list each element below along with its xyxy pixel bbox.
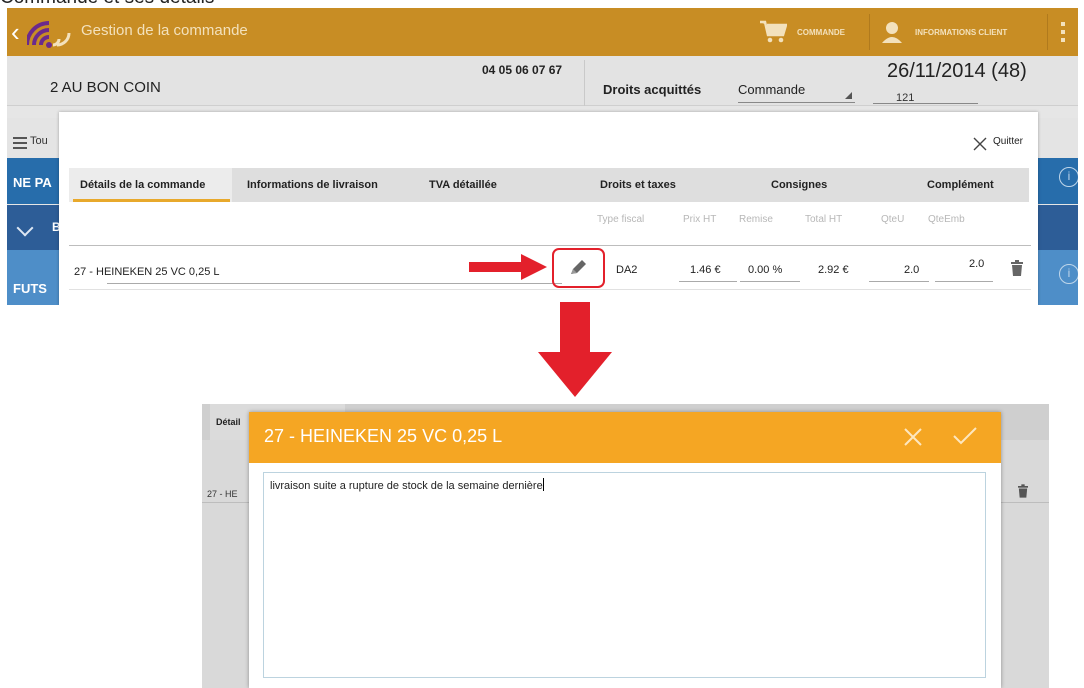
- column-header: Type fiscal: [597, 214, 645, 225]
- app-title: Gestion de la commande: [81, 22, 248, 39]
- tab-droits-taxes[interactable]: Droits et taxes: [600, 168, 676, 202]
- select-underline: [738, 102, 855, 103]
- comment-text: livraison suite a rupture de stock de la…: [270, 480, 543, 492]
- divider: [69, 245, 1031, 246]
- qteu-input[interactable]: 2.0: [904, 264, 919, 276]
- tab-tva-detaillee[interactable]: TVA détaillée: [429, 168, 497, 202]
- list-icon[interactable]: [13, 137, 27, 149]
- divider: [869, 14, 870, 50]
- comment-textarea[interactable]: livraison suite a rupture de stock de la…: [263, 472, 986, 678]
- column-header: Total HT: [805, 214, 843, 225]
- total-ht-value: 2.92 €: [818, 264, 849, 276]
- field-underline: [107, 283, 562, 284]
- screenshot-comment-dialog: Détail 27 - HE 27 - HEINEKEN 25 VC 0,25 …: [202, 404, 1049, 688]
- column-header: QteU: [881, 214, 905, 225]
- tab-consignes[interactable]: Consignes: [771, 168, 827, 202]
- client-phone: 04 05 06 07 67: [482, 63, 563, 77]
- divider: [584, 60, 585, 106]
- info-icon[interactable]: i: [1059, 264, 1078, 284]
- field-underline: [935, 281, 993, 282]
- droits-acquittes-label: Droits acquittés: [603, 82, 702, 97]
- active-tab-indicator: [73, 199, 230, 202]
- more-vert-icon[interactable]: [1058, 20, 1068, 44]
- trash-icon[interactable]: [1011, 260, 1023, 276]
- column-header: QteEmb: [928, 214, 965, 225]
- trash-icon[interactable]: [1018, 484, 1028, 498]
- check-icon[interactable]: [952, 426, 978, 446]
- red-arrow-right-icon: [469, 254, 547, 280]
- product-name: 27 - HE: [207, 489, 238, 499]
- qteemb-input[interactable]: 2.0: [969, 258, 984, 270]
- commande-label: COMMANDE: [797, 27, 845, 37]
- informations-client-label: INFORMATIONS CLIENT: [915, 27, 1008, 37]
- prix-ht-input[interactable]: 1.46 €: [690, 264, 721, 276]
- screenshot-order-details: ‹ Gestion de la commande COMMANDE INFORM…: [7, 8, 1078, 305]
- category-label: NE PA: [13, 175, 52, 190]
- comment-dialog-title: 27 - HEINEKEN 25 VC 0,25 L: [264, 426, 503, 446]
- filter-label: Tou: [30, 135, 48, 147]
- red-arrow-down-icon: [538, 302, 612, 397]
- field-underline: [679, 281, 737, 282]
- order-type-select[interactable]: Commande: [738, 82, 805, 97]
- informations-client-button[interactable]: INFORMATIONS CLIENT: [881, 8, 1041, 56]
- column-header: Prix HT: [683, 214, 717, 225]
- product-name: 27 - HEINEKEN 25 VC 0,25 L: [74, 266, 220, 278]
- column-header: Remise: [739, 214, 773, 225]
- category-label: FUTS: [13, 281, 47, 296]
- text-caret: [542, 478, 544, 491]
- dropdown-triangle-icon: [845, 92, 852, 99]
- field-underline: [869, 281, 929, 282]
- type-fiscal-value: DA2: [616, 264, 638, 276]
- remise-input[interactable]: 0.00 %: [748, 264, 782, 276]
- client-name: 2 AU BON COIN: [50, 79, 161, 96]
- close-icon[interactable]: [973, 137, 987, 151]
- commande-button[interactable]: COMMANDE: [759, 8, 869, 56]
- info-icon[interactable]: i: [1059, 167, 1078, 187]
- close-icon[interactable]: [904, 428, 922, 446]
- person-icon: [882, 22, 902, 43]
- order-date: 26/11/2014 (48): [887, 60, 1027, 82]
- tab-complement[interactable]: Complément: [927, 168, 994, 202]
- field-underline: [873, 103, 978, 104]
- quit-button[interactable]: Quitter: [993, 136, 1023, 147]
- field-underline: [740, 281, 800, 282]
- tab-details-commande[interactable]: Détails de la commande: [69, 168, 232, 202]
- divider: [1047, 14, 1048, 50]
- app-logo-icon: [27, 21, 71, 48]
- cart-icon: [760, 20, 787, 43]
- tab-informations-livraison[interactable]: Informations de livraison: [247, 168, 378, 202]
- divider: [69, 289, 1031, 290]
- pencil-icon[interactable]: [568, 258, 588, 278]
